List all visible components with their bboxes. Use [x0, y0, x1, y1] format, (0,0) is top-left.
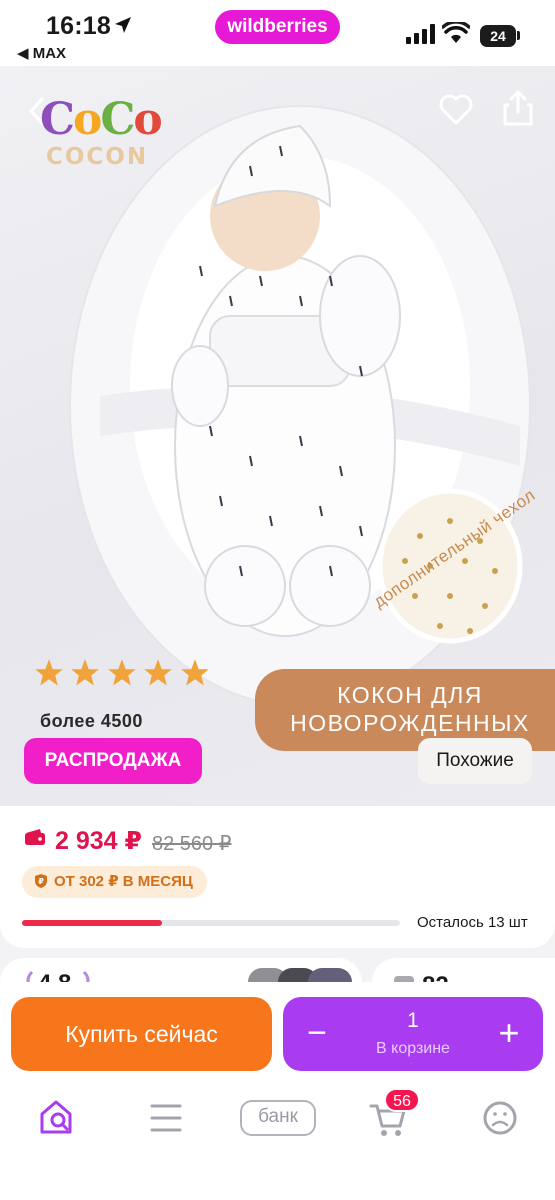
battery-indicator: 24 [480, 25, 516, 47]
similar-button[interactable]: Похожие [418, 738, 532, 784]
logo-subtitle: COCON [46, 144, 149, 170]
cell-signal-icon [406, 24, 435, 44]
stock-remaining: Осталось 13 шт [417, 914, 528, 931]
star-icon [71, 659, 100, 686]
star-icon [181, 659, 209, 686]
svg-text:₽: ₽ [38, 877, 44, 886]
cart-count-badge: 56 [384, 1088, 420, 1112]
brand-logo: CoCo COCON [40, 94, 163, 186]
product-image-gallery[interactable]: CoCo COCON более 4500 дополнительный чех… [0, 66, 555, 806]
catalog-menu-icon[interactable] [148, 1090, 184, 1146]
star-icon [144, 659, 173, 686]
clock: 16:18 [46, 12, 111, 40]
installment-text: ОТ 302 ₽ В МЕСЯЦ [54, 873, 193, 890]
old-price: 82 560 ₽ [152, 833, 232, 855]
cart-quantity: 1 [407, 1009, 419, 1032]
share-icon[interactable] [500, 88, 536, 128]
profile-icon[interactable] [480, 1090, 520, 1146]
cart-quantity-stepper: − 1 В корзине + [283, 997, 543, 1071]
status-bar: 16:18 ◀ MAX wildberries 24 [0, 0, 555, 66]
installment-badge[interactable]: ₽ ОТ 302 ₽ В МЕСЯЦ [22, 866, 207, 898]
decrease-quantity-button[interactable]: − [301, 1011, 333, 1057]
buy-now-button[interactable]: Купить сейчас [11, 997, 272, 1071]
current-price: 2 934 ₽ [55, 827, 142, 855]
bottom-action-bar: Купить сейчас − 1 В корзине + банк 56 [0, 982, 555, 1200]
price-card: 2 934 ₽ 82 560 ₽ ₽ ОТ 302 ₽ В МЕСЯЦ Оста… [0, 806, 555, 948]
shield-icon: ₽ [35, 874, 47, 888]
wifi-icon [442, 22, 470, 43]
rating-stars [34, 658, 212, 690]
stock-progress-bar [22, 920, 400, 926]
logo-wordmark: CoCo [40, 94, 163, 145]
favorite-heart-icon[interactable] [437, 90, 475, 128]
bottom-tab-bar: банк 56 [0, 1088, 555, 1150]
bank-tab[interactable]: банк [240, 1100, 316, 1136]
sale-badge[interactable]: РАСПРОДАЖА [24, 738, 202, 784]
location-arrow-icon [115, 17, 131, 33]
brand-pill: wildberries [215, 10, 340, 44]
title-line-2: НОВОРОЖДЕННЫХ [290, 710, 530, 736]
battery-nub [517, 31, 520, 40]
reviews-count: более 4500 [40, 711, 143, 731]
wallet-icon [25, 829, 45, 845]
back-to-app-link[interactable]: ◀ MAX [17, 44, 66, 62]
increase-quantity-button[interactable]: + [491, 1011, 527, 1057]
stock-progress-fill [22, 920, 162, 926]
star-icon [35, 659, 63, 686]
title-line-1: КОКОН ДЛЯ [337, 682, 483, 708]
in-cart-label: В корзине [376, 1040, 450, 1057]
star-icon [108, 659, 136, 686]
home-search-icon[interactable] [36, 1090, 76, 1146]
